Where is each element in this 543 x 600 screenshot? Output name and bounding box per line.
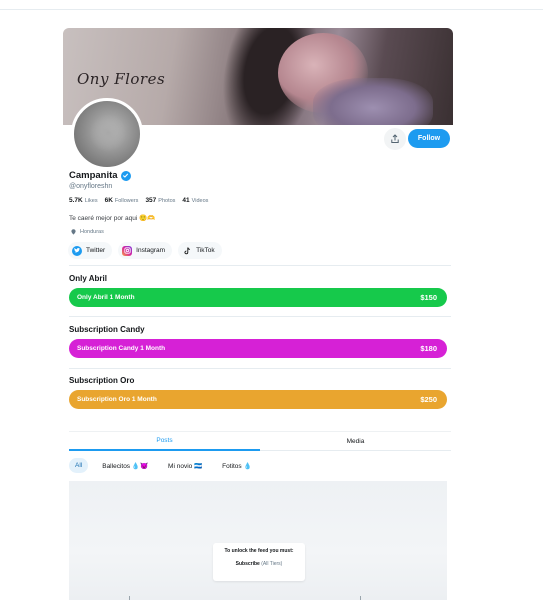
avatar[interactable] [71, 98, 143, 170]
social-label-twitter: Twitter [86, 247, 106, 254]
filter-chip-fotitos[interactable]: Fotitos 💧 [216, 458, 258, 473]
stat-photos: 357 Photos [145, 197, 176, 204]
tiktok-icon [182, 246, 192, 256]
subscribe-button-only-abril[interactable]: Only Abril 1 Month $150 [69, 288, 447, 307]
subscribe-button-oro[interactable]: Subscription Oro 1 Month $250 [69, 390, 447, 409]
social-link-tiktok[interactable]: TikTok [178, 242, 222, 259]
twitter-icon [72, 245, 82, 256]
top-divider [0, 9, 543, 10]
subscription-price: $250 [420, 395, 437, 404]
stat-followers: 6K Followers [104, 197, 139, 204]
social-link-instagram[interactable]: Instagram [118, 242, 173, 259]
subscribe-link[interactable]: Subscribe (All Tiers) [213, 561, 305, 567]
stat-videos: 41 Videos [182, 197, 209, 204]
stat-likes: 5.7K Likes [69, 197, 98, 204]
locked-feed: To unlock the feed you must: Subscribe (… [69, 481, 447, 600]
subscription-price: $180 [420, 344, 437, 353]
banner-signature: Ony Flores [77, 70, 166, 88]
social-label-instagram: Instagram [136, 247, 166, 254]
social-links: Twitter Instagram TikTok [68, 242, 222, 259]
location-pin-icon [71, 229, 76, 235]
tab-media[interactable]: Media [260, 432, 451, 451]
unlock-message: To unlock the feed you must: [224, 548, 294, 554]
subscription-title-oro: Subscription Oro [69, 376, 135, 385]
profile-handle: @onyfloreshn [69, 183, 113, 190]
scroll-tick [129, 596, 130, 600]
section-divider [69, 368, 451, 369]
subscription-plan-label: Only Abril 1 Month [77, 294, 135, 301]
filter-chip-all[interactable]: All [69, 458, 89, 473]
profile-stats: 5.7K Likes 6K Followers 357 Photos 41 Videos [69, 197, 208, 204]
location-text: Honduras [80, 229, 104, 235]
subscribe-tiers-label: (All Tiers) [261, 561, 283, 567]
subscribe-button-candy[interactable]: Subscription Candy 1 Month $180 [69, 339, 447, 358]
subscription-title-candy: Subscription Candy [69, 325, 145, 334]
post-filters: All Ballecitos 💧😈 Mi novio 🇭🇳 Fotitos 💧 [69, 458, 258, 473]
instagram-icon [122, 245, 133, 256]
follow-button[interactable]: Follow [408, 129, 450, 148]
filter-chip-mi-novio[interactable]: Mi novio 🇭🇳 [162, 458, 209, 473]
verified-badge-icon [120, 170, 131, 181]
share-button[interactable] [384, 128, 406, 150]
scroll-tick [360, 596, 361, 600]
social-label-tiktok: TikTok [196, 247, 215, 254]
unlock-card: To unlock the feed you must: Subscribe (… [213, 543, 305, 581]
social-link-twitter[interactable]: Twitter [68, 242, 113, 259]
section-divider [69, 265, 451, 266]
subscription-plan-label: Subscription Candy 1 Month [77, 345, 166, 352]
content-tabs: Posts Media [69, 431, 451, 451]
subscription-price: $150 [420, 293, 437, 302]
profile-name-row: Campanita [69, 170, 131, 181]
subscription-title-only-abril: Only Abril [69, 274, 107, 283]
filter-chip-ballecitos[interactable]: Ballecitos 💧😈 [96, 458, 155, 473]
profile-bio: Te caeré mejor por aqui 🙂🫶 [69, 215, 156, 222]
profile-card: Ony Flores Follow Campanita @onyfloreshn… [63, 28, 453, 600]
share-icon [391, 134, 399, 143]
profile-name: Campanita [69, 170, 118, 181]
section-divider [69, 316, 451, 317]
profile-location: Honduras [71, 229, 104, 235]
tab-posts[interactable]: Posts [69, 432, 260, 451]
subscription-plan-label: Subscription Oro 1 Month [77, 396, 157, 403]
subscribe-link-label: Subscribe [235, 561, 260, 567]
